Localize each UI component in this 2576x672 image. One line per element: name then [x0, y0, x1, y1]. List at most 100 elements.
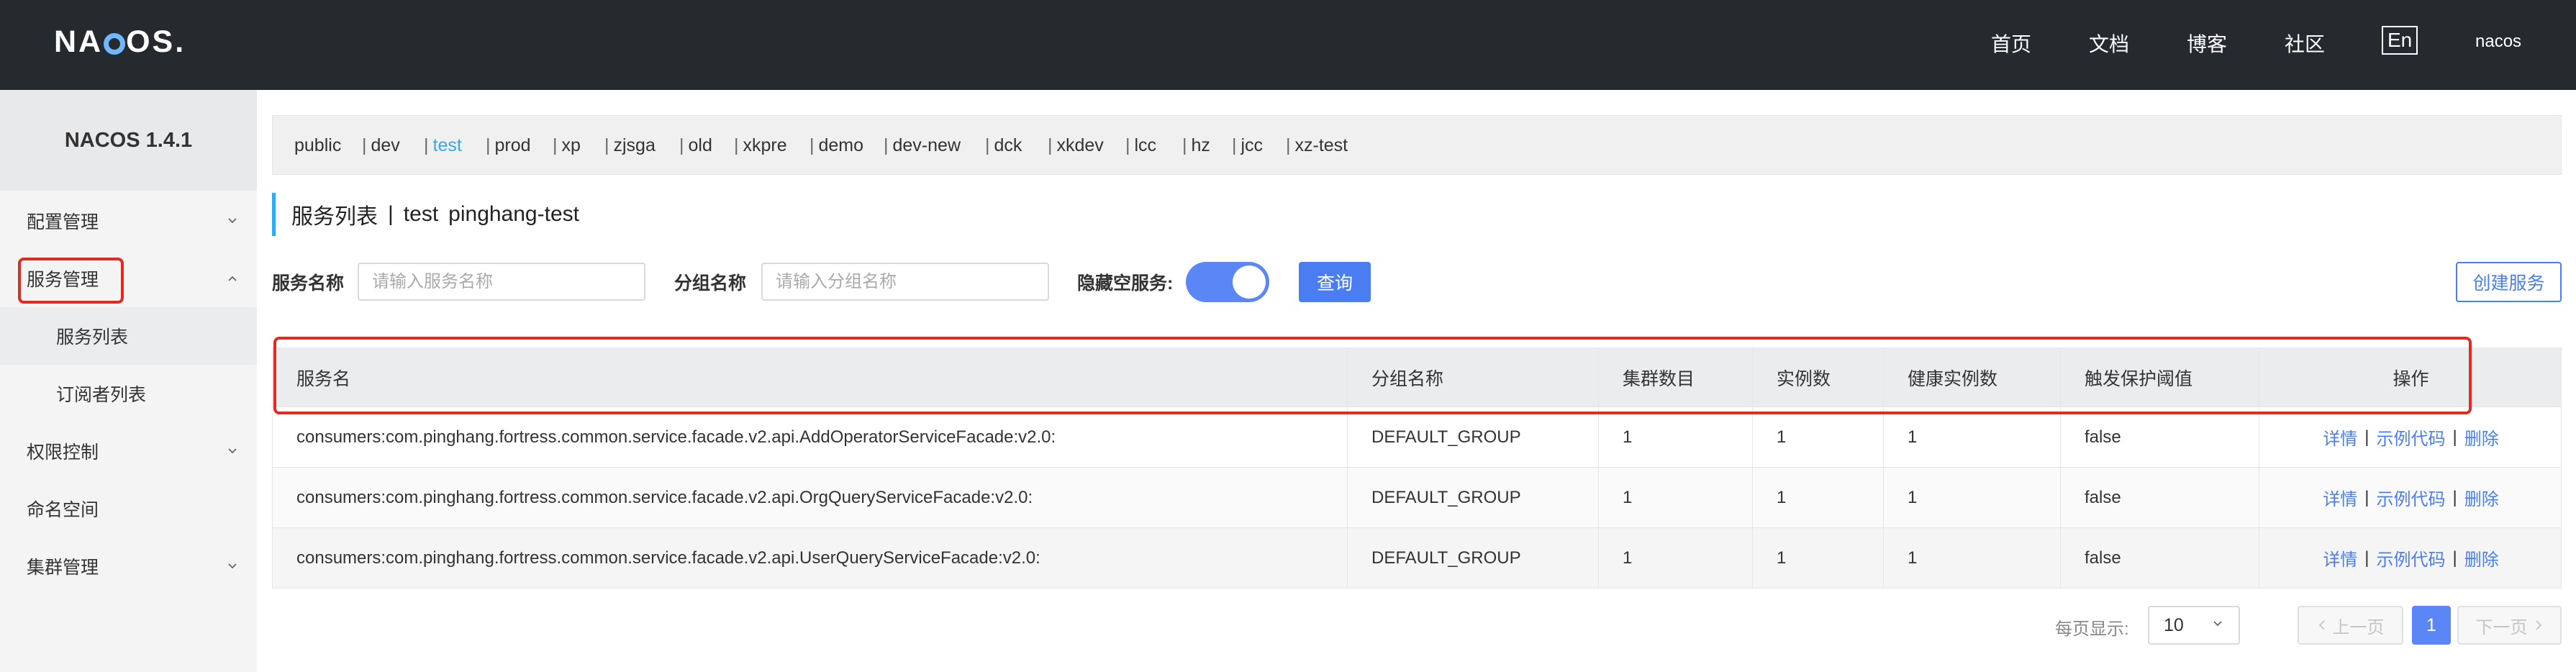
page-number-current[interactable]: 1	[2412, 606, 2451, 645]
service-name-cell: consumers:com.pinghang.fortress.common.s…	[273, 407, 1348, 467]
page-size-select[interactable]: 10	[2148, 606, 2240, 645]
namespace-dev[interactable]: | dev	[362, 116, 400, 176]
prev-page-label: 上一页	[2332, 617, 2385, 637]
namespace-prod[interactable]: | prod	[486, 116, 531, 176]
sidebar-item-label: 服务管理	[27, 270, 99, 290]
service-name-cell: consumers:com.pinghang.fortress.common.s…	[273, 528, 1348, 588]
sidebar-item-subscribers[interactable]: 订阅者列表	[0, 365, 257, 422]
top-header: NA OS. 首页 文档 博客 社区 En nacos	[0, 0, 2576, 90]
column-header: 操作	[2393, 368, 2429, 389]
ops-separator: |	[2364, 487, 2369, 507]
ops-separator: |	[2452, 427, 2457, 447]
nav-home[interactable]: 首页	[1991, 29, 2031, 58]
ops-cell: 详情 | 示例代码 | 删除	[2259, 528, 2562, 588]
column-header: 健康实例数	[1884, 348, 2061, 407]
service-name-input[interactable]	[358, 263, 645, 301]
threshold-cell: false	[2061, 407, 2259, 467]
namespace-xz-test[interactable]: | xz-test	[1286, 116, 1348, 176]
table-row: consumers:com.pinghang.fortress.common.s…	[272, 407, 2562, 468]
chevron-down-icon	[228, 563, 237, 569]
instances-cell: 1	[1753, 468, 1884, 527]
next-page-label: 下一页	[2475, 617, 2528, 637]
sidebar-item-cluster[interactable]: 集群管理	[0, 537, 257, 595]
sidebar-item-namespace[interactable]: 命名空间	[0, 480, 257, 537]
page-size-label: 每页显示:	[2055, 619, 2129, 639]
delete-link[interactable]: 删除	[2464, 485, 2499, 510]
sample-code-link[interactable]: 示例代码	[2377, 485, 2446, 510]
nav-community[interactable]: 社区	[2285, 29, 2325, 58]
sample-code-link[interactable]: 示例代码	[2377, 545, 2446, 571]
sidebar-item-auth[interactable]: 权限控制	[0, 422, 257, 480]
hide-empty-toggle[interactable]	[1186, 262, 1269, 302]
sidebar-item-config[interactable]: 配置管理	[0, 192, 257, 250]
chevron-up-icon	[228, 276, 237, 281]
delete-link[interactable]: 删除	[2464, 424, 2499, 450]
query-button[interactable]: 查询	[1299, 262, 1371, 302]
prev-page-button[interactable]: 上一页	[2298, 606, 2403, 645]
user-name[interactable]: nacos	[2475, 32, 2521, 52]
namespace-demo[interactable]: | demo	[809, 116, 863, 176]
page-size-value: 10	[2164, 614, 2184, 635]
next-page-button[interactable]: 下一页	[2457, 606, 2562, 645]
namespace-lcc[interactable]: | lcc	[1125, 116, 1156, 176]
namespace-old[interactable]: | old	[679, 116, 712, 176]
ops-cell: 详情 | 示例代码 | 删除	[2259, 407, 2562, 467]
toggle-knob	[1233, 265, 1266, 299]
namespace-test[interactable]: | test	[424, 116, 462, 176]
namespace-xkpre[interactable]: | xkpre	[734, 116, 787, 176]
column-header: 集群数目	[1599, 348, 1753, 407]
namespace-public[interactable]: public	[294, 116, 341, 176]
table-row: consumers:com.pinghang.fortress.common.s…	[272, 528, 2562, 589]
chevron-down-icon	[2213, 621, 2222, 627]
namespace-dck[interactable]: | dck	[985, 116, 1022, 176]
ops-separator: |	[2364, 548, 2369, 568]
detail-link[interactable]: 详情	[2323, 424, 2357, 450]
group-name-label: 分组名称	[674, 273, 747, 294]
group-cell: DEFAULT_GROUP	[1348, 468, 1599, 527]
detail-link[interactable]: 详情	[2323, 545, 2357, 571]
group-cell: DEFAULT_GROUP	[1348, 528, 1599, 588]
column-header: 实例数	[1753, 348, 1884, 407]
healthy-cell: 1	[1884, 407, 2061, 467]
namespace-zjsga[interactable]: | zjsga	[604, 116, 656, 176]
ops-cell: 详情 | 示例代码 | 删除	[2259, 468, 2562, 527]
namespace-hz[interactable]: | hz	[1182, 116, 1210, 176]
sidebar-item-label: 权限控制	[27, 442, 99, 463]
group-name-input[interactable]	[761, 263, 1049, 301]
chevron-left-icon	[2318, 620, 2325, 630]
sidebar-item-services[interactable]: 服务管理	[0, 250, 257, 307]
sidebar-item-label: 订阅者列表	[56, 385, 147, 405]
threshold-cell: false	[2061, 528, 2259, 588]
nav-blog[interactable]: 博客	[2187, 29, 2227, 58]
detail-link[interactable]: 详情	[2323, 485, 2357, 510]
service-name-cell: consumers:com.pinghang.fortress.common.s…	[273, 468, 1348, 527]
nacos-logo[interactable]: NA OS.	[54, 24, 186, 60]
chevron-down-icon	[228, 218, 237, 224]
column-header: 服务名	[273, 348, 1348, 407]
ops-separator: |	[2452, 487, 2457, 507]
namespace-xkdev[interactable]: | xkdev	[1048, 116, 1104, 176]
delete-link[interactable]: 删除	[2464, 545, 2499, 571]
threshold-cell: false	[2061, 468, 2259, 527]
namespace-jcc[interactable]: | jcc	[1232, 116, 1263, 176]
column-header: 分组名称	[1348, 348, 1599, 407]
namespace-dev-new[interactable]: | dev-new	[884, 116, 961, 176]
sidebar-item-service-list[interactable]: 服务列表	[0, 307, 257, 365]
page-title-namespace: test	[403, 202, 439, 226]
sidebar: NACOS 1.4.1 配置管理 服务管理 服务列表 订阅者列表 权限控制 命名…	[0, 90, 257, 672]
group-cell: DEFAULT_GROUP	[1348, 407, 1599, 467]
sidebar-item-label: 集群管理	[27, 558, 99, 578]
nav-docs[interactable]: 文档	[2089, 29, 2129, 58]
service-name-label: 服务名称	[272, 273, 345, 294]
service-table: 服务名 分组名称 集群数目 实例数 健康实例数 触发保护阈值 操作 consum…	[272, 348, 2562, 589]
instances-cell: 1	[1753, 407, 1884, 467]
language-switch[interactable]: En	[2382, 26, 2418, 55]
hide-empty-label: 隐藏空服务:	[1077, 273, 1174, 294]
create-service-button[interactable]: 创建服务	[2456, 262, 2562, 302]
table-row: consumers:com.pinghang.fortress.common.s…	[272, 468, 2562, 528]
healthy-cell: 1	[1884, 468, 2061, 527]
page-title: 服务列表 | test pinghang-test	[272, 193, 589, 236]
chevron-right-icon	[2535, 620, 2541, 630]
sample-code-link[interactable]: 示例代码	[2377, 424, 2446, 450]
namespace-xp[interactable]: | xp	[553, 116, 581, 176]
